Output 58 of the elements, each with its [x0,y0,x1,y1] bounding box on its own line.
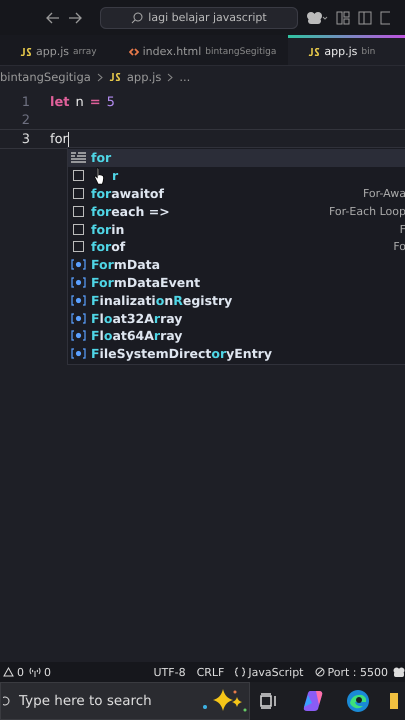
code-file-icon [128,46,139,56]
suggestion-item[interactable]: Float64Array [68,326,405,345]
layout-icon[interactable] [336,10,350,24]
editor-tab[interactable]: app.js array [0,35,109,65]
chevron-icon [96,72,103,82]
js-file-icon [308,48,320,56]
variable-icon [71,330,86,342]
snippet-box-icon [73,188,84,199]
warning-icon [3,667,14,677]
line-number: 3 [20,132,31,146]
forward-arrow-icon[interactable] [68,12,82,24]
snippet-box-icon [73,206,84,217]
snippet-box-icon [73,241,84,252]
line-number: 1 [20,94,31,110]
code-text: for [50,132,69,146]
line-ending-status[interactable]: CRLF [196,666,224,678]
suggestion-item[interactable]: for [68,149,405,167]
variable-icon [71,276,86,288]
code-text: let n = 5 [50,94,115,110]
taskbar-search-field[interactable]: Type here to search [0,682,250,720]
warnings-status[interactable]: 0 [3,666,24,678]
snippet-box-icon [73,224,84,235]
js-file-icon [108,73,121,81]
suggestion-item[interactable]: forin F [68,220,405,238]
breadcrumb-item[interactable]: ... [179,70,190,84]
variable-icon [71,312,86,324]
suggestion-item[interactable]: FormData [68,256,405,274]
antenna-icon [29,667,41,677]
ports-status[interactable]: 0 [29,666,51,678]
port-status[interactable]: Port : 5500 [314,666,388,678]
task-view-icon[interactable] [260,693,278,709]
js-file-icon [20,48,32,56]
encoding-status[interactable]: UTF-8 [154,666,186,678]
language-status[interactable]: JavaScript [235,666,304,678]
snippet-icon [71,152,86,164]
suggestion-item[interactable]: forawaitof For-Awa [68,184,405,202]
command-search-field[interactable]: lagi belajar javascript [100,6,298,28]
sidebar-toggle-icon[interactable] [358,10,372,24]
edge-browser-icon[interactable] [346,689,370,713]
editor-tab[interactable]: app.js bin [288,35,405,65]
suggestion-item[interactable]: FileSystemDirectoryEntry [68,344,405,363]
panel-toggle-icon[interactable] [380,10,390,24]
editor-tab[interactable]: index.html bintangSegitiga [108,35,288,65]
braces-icon [235,667,246,677]
variable-icon [71,294,86,306]
variable-icon [71,348,86,360]
back-arrow-icon[interactable] [46,12,60,24]
suggestion-item[interactable]: Float32Array [68,309,405,327]
breadcrumb-item[interactable]: bintangSegitiga [0,70,91,84]
chevron-icon [167,72,174,82]
breadcrumb-item[interactable]: app.js [126,70,162,84]
suggestion-item[interactable]: r [68,166,405,185]
line-number: 2 [20,112,31,128]
blocked-icon [314,667,324,677]
suggestion-item[interactable]: FormDataEvent [68,274,405,292]
suggestion-item[interactable]: FinalizationRegistry [68,291,405,310]
snippet-box-icon [73,170,84,182]
variable-icon [71,259,86,270]
